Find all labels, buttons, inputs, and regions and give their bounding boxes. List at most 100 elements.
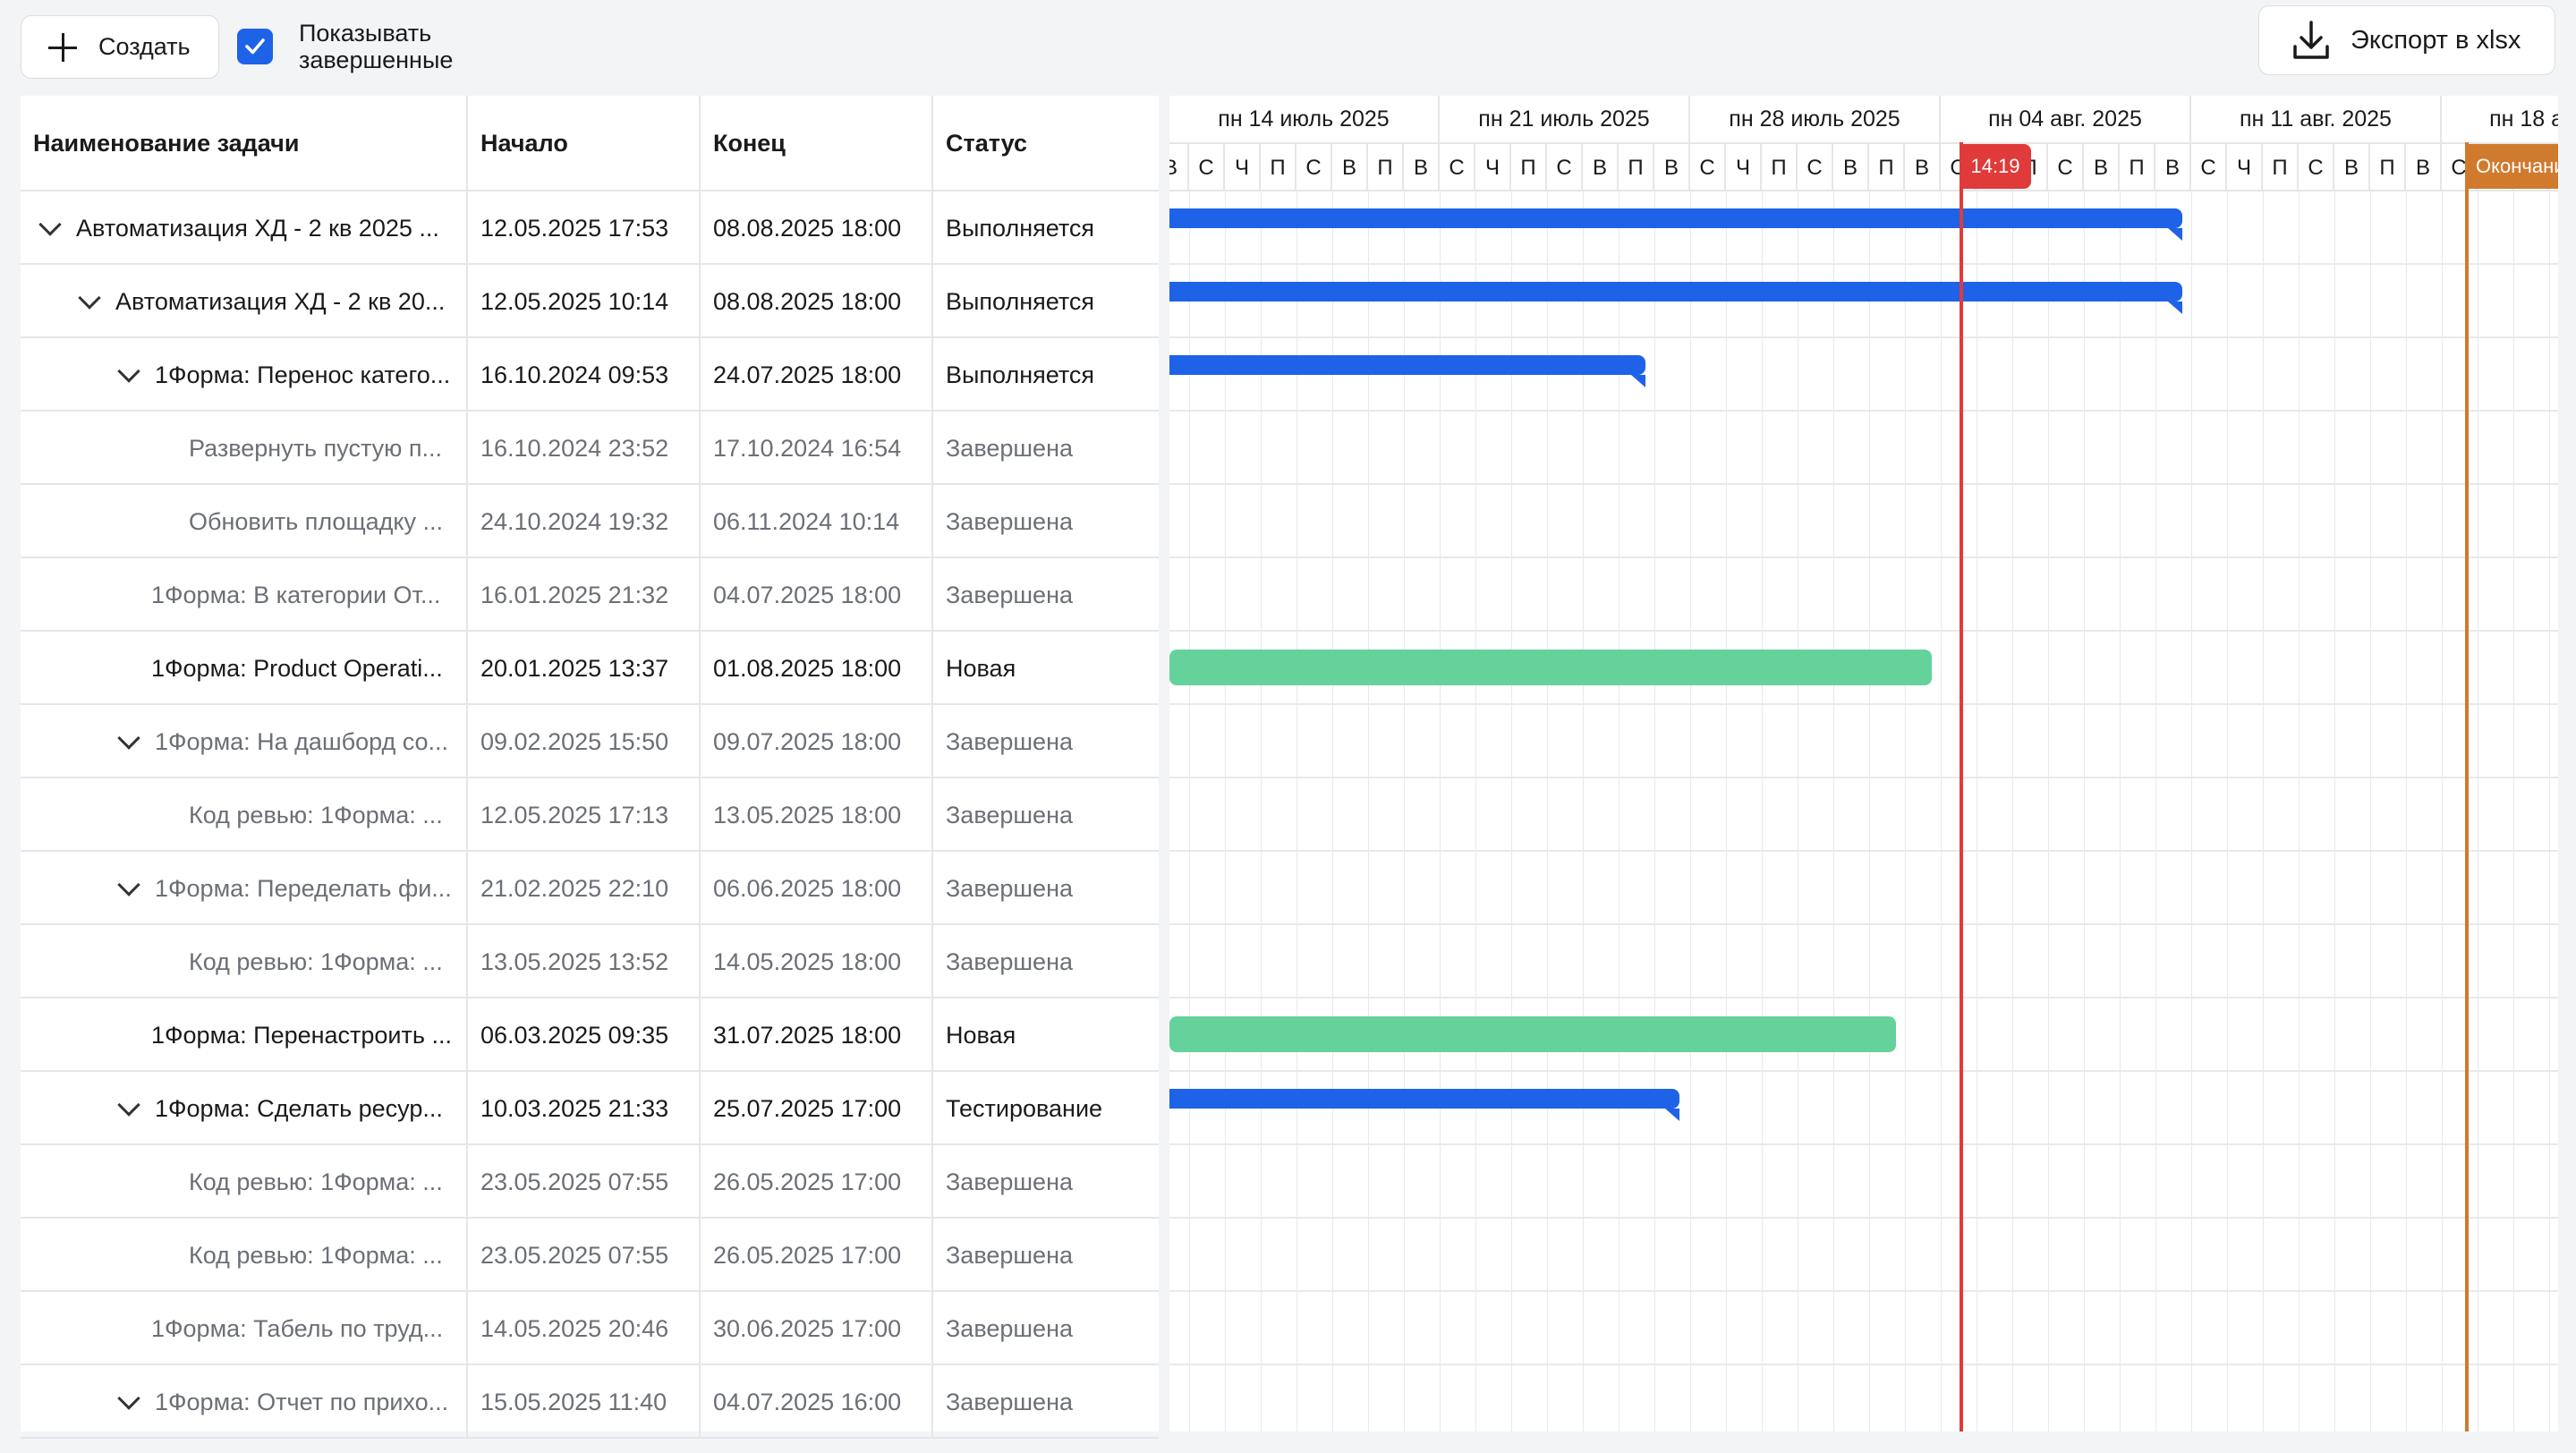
gantt-day-gridline (1905, 191, 1906, 1432)
gantt-day-gridline (2442, 191, 2443, 1432)
gantt-week-label: пн 28 июль 2025 (1690, 96, 1941, 142)
table-row[interactable]: 1Форма: Отчет по прихо... 15.05.2025 11:4… (21, 1365, 1159, 1439)
table-row[interactable]: Автоматизация ХД - 2 кв 2025 ... 12.05.20… (21, 191, 1159, 265)
gantt-day-gridline (1833, 191, 1834, 1432)
chevron-down-icon[interactable] (117, 1092, 140, 1117)
table-row[interactable]: Код ревью: 1Форма: ... 12.05.2025 17:13 13… (21, 778, 1159, 852)
gantt-day-label: В (2155, 144, 2191, 191)
export-xlsx-button[interactable]: Экспорт в xlsx (2258, 5, 2555, 75)
table-row[interactable]: Код ревью: 1Форма: ... 23.05.2025 07:55 26… (21, 1145, 1159, 1219)
gantt-day-label: С (1690, 144, 1726, 191)
task-start-cell: 15.05.2025 11:40 (468, 1365, 701, 1439)
show-done-checkbox[interactable] (237, 29, 273, 64)
task-name-cell: Автоматизация ХД - 2 кв 20... (21, 265, 468, 338)
table-row[interactable]: 1Форма: Табель по труд... 14.05.2025 20:4… (21, 1292, 1159, 1365)
task-start-cell: 16.10.2024 09:53 (468, 338, 701, 412)
table-row[interactable]: Автоматизация ХД - 2 кв 20... 12.05.2025 … (21, 265, 1159, 338)
gantt-task-bar-in-progress[interactable] (1169, 208, 2182, 241)
gantt-day-label: С (2048, 144, 2084, 191)
gantt-day-gridline (2191, 191, 2192, 1432)
create-button[interactable]: Создать (21, 15, 219, 79)
task-start-cell: 24.10.2024 19:32 (468, 485, 701, 558)
gantt-day-gridline (1654, 191, 1655, 1432)
chevron-down-icon[interactable] (117, 359, 140, 383)
table-row[interactable]: 1Форма: Перенастроить ... 06.03.2025 09:3… (21, 998, 1159, 1072)
task-name-cell: Развернуть пустую п... (21, 412, 468, 485)
gantt-day-label: В (1905, 144, 1941, 191)
gantt-day-gridline (2513, 191, 2514, 1432)
chevron-down-icon[interactable] (78, 285, 101, 310)
gantt-day-gridline (1583, 191, 1584, 1432)
gantt-row-gridline (1169, 997, 2558, 998)
gantt-task-bar-new[interactable] (1169, 650, 1932, 685)
table-row[interactable]: 1Форма: Сделать ресур... 10.03.2025 21:33… (21, 1072, 1159, 1145)
gantt-day-gridline (2155, 191, 2156, 1432)
task-status-cell: Завершена (946, 1314, 1074, 1342)
gantt-day-label: В (2406, 144, 2442, 191)
task-name-label: 1Форма: Отчет по прихо... (155, 1388, 449, 1415)
gantt-day-gridline (1332, 191, 1333, 1432)
gantt-week-label: пн 04 авг. 2025 (1941, 96, 2191, 142)
task-start-cell: 09.02.2025 15:50 (468, 705, 701, 778)
task-name-cell: Обновить площадку ... (21, 485, 468, 558)
gantt-day-gridline (2370, 191, 2371, 1432)
task-name-cell: Код ревью: 1Форма: ... (21, 925, 468, 998)
gantt-day-gridline (1404, 191, 1405, 1432)
gantt-week-label: пн 14 июль 2025 (1169, 96, 1440, 142)
task-name-label: Код ревью: 1Форма: ... (189, 1168, 443, 1195)
task-end-cell: 08.08.2025 18:00 (701, 265, 933, 338)
gantt-task-bar-in-progress[interactable] (1169, 355, 1645, 387)
task-end-cell: 04.07.2025 16:00 (701, 1365, 933, 1439)
show-done-label: Показывать завершенные (299, 20, 454, 73)
gantt-day-gridline (2012, 191, 2013, 1432)
task-name-cell: 1Форма: В категории От... (21, 558, 468, 632)
table-row[interactable]: 1Форма: На дашборд со... 09.02.2025 15:50… (21, 705, 1159, 778)
chevron-down-icon[interactable] (117, 1386, 140, 1410)
gantt-day-gridline (1619, 191, 1620, 1432)
gantt-day-label: С (1798, 144, 1833, 191)
export-button-label: Экспорт в xlsx (2351, 25, 2521, 55)
gantt-day-gridline (2263, 191, 2264, 1432)
chevron-down-icon[interactable] (117, 726, 140, 750)
task-end-cell: 06.06.2025 18:00 (701, 852, 933, 925)
task-end-cell: 01.08.2025 18:00 (701, 632, 933, 705)
gantt-day-label: П (1762, 144, 1798, 191)
gantt-row-gridline (1169, 263, 2558, 265)
gantt-day-gridline (2120, 191, 2121, 1432)
table-row[interactable]: Обновить площадку ... 24.10.2024 19:32 06.… (21, 485, 1159, 558)
column-header-status[interactable]: Статус (933, 96, 1159, 191)
task-start-cell: 13.05.2025 13:52 (468, 925, 701, 998)
task-name-label: 1Форма: Переделать фи... (155, 874, 452, 902)
task-end-cell: 14.05.2025 18:00 (701, 925, 933, 998)
table-row[interactable]: 1Форма: В категории От... 16.01.2025 21:3… (21, 558, 1159, 632)
task-name-cell: 1Форма: Отчет по прихо... (21, 1365, 468, 1439)
chevron-down-icon[interactable] (38, 212, 62, 236)
task-name-label: Автоматизация ХД - 2 кв 2025 ... (76, 214, 439, 242)
chevron-down-icon[interactable] (117, 872, 140, 896)
table-row[interactable]: Код ревью: 1Форма: ... 23.05.2025 07:55 26… (21, 1219, 1159, 1292)
gantt-day-label: П (2120, 144, 2155, 191)
gantt-day-gridline (1261, 191, 1262, 1432)
task-start-cell: 16.10.2024 23:52 (468, 412, 701, 485)
table-row[interactable]: 1Форма: Переделать фи... 21.02.2025 22:10… (21, 852, 1159, 925)
gantt-task-bar-new[interactable] (1169, 1016, 1896, 1052)
table-row[interactable]: 1Форма: Перенос катего... 16.10.2024 09:5… (21, 338, 1159, 412)
gantt-task-bar-in-progress[interactable] (1169, 1089, 1680, 1121)
gantt-week-label: пн 21 июль 2025 (1440, 96, 1690, 142)
gantt-day-label: С (1189, 144, 1225, 191)
table-row[interactable]: 1Форма: Product Operati... 20.01.2025 13:… (21, 632, 1159, 705)
gantt-day-label: С (2191, 144, 2227, 191)
task-status-cell: Завершена (946, 507, 1074, 535)
gantt-day-header: ВСЧПСВПВСЧПСВПВСЧПСВПВСЧПСВПВСЧПСВПВСЧПС (1169, 142, 2558, 191)
table-row[interactable]: Развернуть пустую п... 16.10.2024 23:52 17… (21, 412, 1159, 485)
task-end-cell: 13.05.2025 18:00 (701, 778, 933, 852)
gantt-day-label: В (1332, 144, 1368, 191)
gantt-task-bar-in-progress[interactable] (1169, 282, 2182, 314)
task-name-cell: Код ревью: 1Форма: ... (21, 778, 468, 852)
column-header-end[interactable]: Конец (701, 96, 933, 191)
column-header-start[interactable]: Начало (468, 96, 701, 191)
column-header-name[interactable]: Наименование задачи (21, 96, 468, 191)
task-status-cell: Завершена (946, 434, 1074, 462)
table-row[interactable]: Код ревью: 1Форма: ... 13.05.2025 13:52 14… (21, 925, 1159, 998)
gantt-day-gridline (1475, 191, 1476, 1432)
